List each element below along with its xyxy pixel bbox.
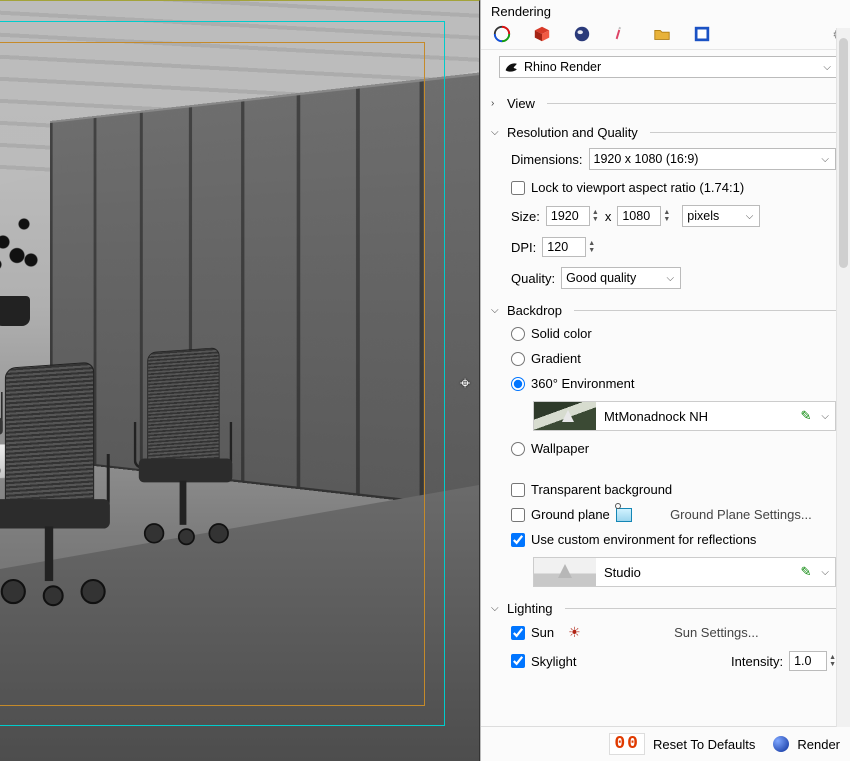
chevron-down-icon: ⌵ [823, 62, 831, 73]
section-view-title: View [507, 96, 535, 111]
chevron-down-icon: ⌵ [491, 127, 501, 138]
spinner-icon[interactable]: ▲▼ [829, 654, 836, 668]
ground-plane-label: Ground plane [531, 507, 610, 522]
renderer-dropdown[interactable]: Rhino Render ⌵ [499, 56, 838, 78]
section-resolution-header[interactable]: ⌵ Resolution and Quality [491, 123, 842, 142]
chevron-right-icon: › [491, 98, 501, 109]
reflection-env-selector[interactable]: Studio ✎ ⌵ [533, 557, 836, 587]
section-lighting-title: Lighting [507, 601, 553, 616]
studio-name: Studio [596, 565, 797, 580]
reset-defaults-label: Reset To Defaults [653, 737, 755, 752]
size-height-input[interactable] [617, 206, 661, 226]
size-units-value: pixels [687, 209, 719, 223]
chevron-down-icon: ⌵ [821, 154, 829, 165]
chevron-down-icon: ⌵ [666, 273, 674, 284]
dimensions-label: Dimensions: [511, 152, 583, 167]
edit-icon[interactable]: ✎ [797, 564, 816, 580]
chevron-down-icon[interactable]: ⌵ [815, 567, 835, 578]
spinner-icon[interactable]: ▲▼ [663, 209, 670, 223]
sun-settings-link[interactable]: Sun Settings... [597, 625, 836, 640]
backdrop-wallpaper-radio[interactable] [511, 442, 525, 456]
chevron-down-icon: ⌵ [746, 211, 754, 222]
sun-label: Sun [531, 625, 554, 640]
section-backdrop-title: Backdrop [507, 303, 562, 318]
tab-materials-icon[interactable] [533, 25, 551, 43]
intensity-label: Intensity: [731, 654, 783, 669]
panel-footer: 00 Reset To Defaults Render [481, 726, 850, 761]
panel-scrollbar[interactable] [836, 28, 850, 727]
renderer-name: Rhino Render [524, 60, 601, 74]
reset-defaults-button[interactable]: 00 Reset To Defaults [609, 733, 755, 755]
tab-environment-icon[interactable] [573, 25, 591, 43]
backdrop-360-radio[interactable] [511, 377, 525, 391]
environment-name: MtMonadnock NH [596, 409, 797, 424]
lock-aspect-label: Lock to viewport aspect ratio (1.74:1) [531, 180, 744, 195]
quality-dropdown[interactable]: Good quality ⌵ [561, 267, 681, 289]
dimensions-value: 1920 x 1080 (16:9) [594, 152, 699, 166]
render-label: Render [797, 737, 840, 752]
tab-texture-icon[interactable] [613, 25, 631, 43]
rendering-panel: Rendering ⚙ Rhino Render ⌵ › View [480, 0, 850, 761]
size-width-input[interactable] [546, 206, 590, 226]
size-x: x [605, 209, 612, 224]
tab-render-icon[interactable] [493, 25, 511, 43]
chevron-down-icon: ⌵ [491, 305, 501, 316]
section-backdrop-header[interactable]: ⌵ Backdrop [491, 301, 842, 320]
render-sphere-icon [773, 736, 789, 752]
divider [547, 103, 842, 104]
backdrop-gradient-label: Gradient [531, 351, 581, 366]
ground-plane-icon [616, 508, 632, 522]
skylight-checkbox[interactable] [511, 654, 525, 668]
panel-tabs: ⚙ [481, 21, 850, 50]
sun-icon: ☀ [568, 624, 581, 641]
rhino-logo-icon [504, 59, 520, 75]
divider [650, 132, 842, 133]
dimensions-dropdown[interactable]: 1920 x 1080 (16:9) ⌵ [589, 148, 836, 170]
size-label: Size: [511, 209, 540, 224]
sun-checkbox[interactable] [511, 626, 525, 640]
custom-env-checkbox[interactable] [511, 533, 525, 547]
environment-thumbnail [534, 402, 596, 430]
backdrop-solid-radio[interactable] [511, 327, 525, 341]
ground-plane-settings-link[interactable]: Ground Plane Settings... [646, 507, 836, 522]
chevron-down-icon[interactable]: ⌵ [815, 411, 835, 422]
spinner-icon[interactable]: ▲▼ [592, 209, 599, 223]
edit-icon[interactable]: ✎ [797, 408, 816, 424]
panel-scroll-area[interactable]: Rhino Render ⌵ › View ⌵ Resolution and Q… [481, 50, 850, 726]
backdrop-solid-label: Solid color [531, 326, 592, 341]
divider [565, 608, 842, 609]
scrollbar-thumb[interactable] [839, 38, 848, 268]
counter-display: 00 [609, 733, 645, 755]
viewport-3d[interactable]: ⌖ [0, 0, 480, 761]
tab-groundplane-icon[interactable] [693, 25, 711, 43]
custom-env-label: Use custom environment for reflections [531, 532, 756, 547]
quality-label: Quality: [511, 271, 555, 286]
panel-title: Rendering [481, 0, 850, 21]
transparent-bg-label: Transparent background [531, 482, 672, 497]
cursor-icon: ⌖ [460, 373, 470, 394]
tab-libraries-icon[interactable] [653, 25, 671, 43]
backdrop-gradient-radio[interactable] [511, 352, 525, 366]
intensity-input[interactable] [789, 651, 827, 671]
safe-frame-outer [0, 21, 445, 726]
backdrop-360-label: 360° Environment [531, 376, 634, 391]
spinner-icon[interactable]: ▲▼ [588, 240, 595, 254]
skylight-label: Skylight [531, 654, 577, 669]
section-lighting-header[interactable]: ⌵ Lighting [491, 599, 842, 618]
lock-aspect-checkbox[interactable] [511, 181, 525, 195]
backdrop-wallpaper-label: Wallpaper [531, 441, 589, 456]
render-button[interactable]: Render [773, 736, 840, 752]
environment-selector[interactable]: MtMonadnock NH ✎ ⌵ [533, 401, 836, 431]
section-resolution-title: Resolution and Quality [507, 125, 638, 140]
quality-value: Good quality [566, 271, 636, 285]
chevron-down-icon: ⌵ [491, 603, 501, 614]
dpi-input[interactable] [542, 237, 586, 257]
studio-thumbnail [534, 558, 596, 586]
transparent-bg-checkbox[interactable] [511, 483, 525, 497]
divider [574, 310, 842, 311]
size-units-dropdown[interactable]: pixels ⌵ [682, 205, 760, 227]
section-view-header[interactable]: › View [491, 94, 842, 113]
dpi-label: DPI: [511, 240, 536, 255]
ground-plane-checkbox[interactable] [511, 508, 525, 522]
